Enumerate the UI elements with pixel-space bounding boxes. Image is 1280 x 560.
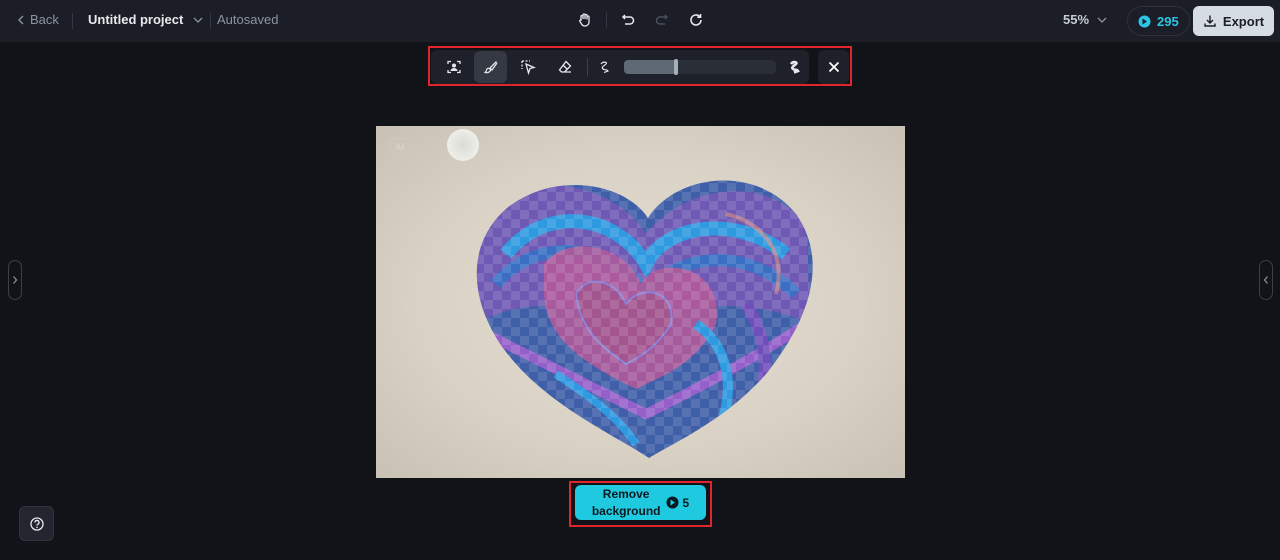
ai-badge: AI [389, 138, 410, 155]
tool-brush[interactable] [474, 51, 507, 83]
cost-value: 5 [682, 495, 690, 510]
brush-size-large-icon-button[interactable] [784, 56, 806, 78]
refresh-button[interactable] [685, 9, 707, 31]
chevron-down-icon [1097, 17, 1107, 23]
dashed-cursor-icon [520, 60, 536, 75]
chevron-left-icon [18, 15, 24, 24]
redo-icon [655, 14, 669, 25]
small-stroke-icon [600, 61, 609, 74]
back-button[interactable]: Back [16, 12, 59, 27]
large-stroke-icon [789, 60, 800, 74]
back-label: Back [30, 12, 59, 27]
export-button[interactable]: Export [1193, 6, 1274, 36]
chevron-right-icon [13, 276, 18, 284]
download-icon [1204, 15, 1216, 27]
export-label: Export [1222, 13, 1265, 29]
left-panel-toggle[interactable] [8, 260, 22, 300]
brush-icon [483, 61, 498, 74]
brush-cursor [447, 129, 479, 161]
credit-coin-icon [666, 496, 679, 509]
image-canvas[interactable]: AI [376, 126, 905, 478]
remove-background-button[interactable]: Remove background 5 [575, 485, 706, 520]
refresh-icon [690, 14, 702, 26]
tool-smart-select[interactable] [511, 51, 544, 83]
divider [210, 13, 211, 29]
tool-eraser[interactable] [548, 51, 581, 83]
hand-tool-button[interactable] [574, 9, 596, 31]
divider [606, 12, 607, 28]
project-title: Untitled project [88, 12, 184, 27]
divider [587, 58, 588, 76]
hand-icon [579, 13, 590, 27]
undo-button[interactable] [617, 9, 639, 31]
remove-label-line2: background [591, 503, 661, 518]
remove-background-label: Remove background [592, 486, 661, 520]
divider [72, 13, 73, 29]
credit-coin-icon [1138, 15, 1151, 27]
credit-cost: 5 [666, 496, 689, 510]
brush-size-slider[interactable] [624, 59, 776, 75]
credits-count: 295 [1157, 13, 1179, 29]
top-bar: Back Untitled project Autosaved 55% 295 … [0, 0, 1280, 42]
eraser-icon [558, 60, 571, 73]
close-icon [828, 61, 839, 73]
brush-size-small-icon-button[interactable] [594, 56, 616, 78]
brush-size-fill [624, 60, 676, 74]
brush-size-thumb[interactable] [674, 59, 678, 75]
project-title-dropdown[interactable]: Untitled project [88, 12, 203, 27]
help-button[interactable] [19, 506, 54, 541]
chevron-left-icon [1263, 276, 1268, 284]
zoom-level: 55% [1063, 12, 1090, 27]
right-panel-toggle[interactable] [1259, 260, 1273, 300]
credits-badge[interactable]: 295 [1127, 6, 1190, 36]
redo-button[interactable] [651, 9, 673, 31]
heart-image [476, 180, 813, 458]
brush-toolbar [431, 50, 809, 84]
undo-icon [621, 14, 635, 25]
question-circle-icon [29, 516, 44, 531]
autosave-status: Autosaved [217, 12, 279, 27]
history-tools [574, 9, 707, 31]
remove-label-line1: Remove [602, 486, 650, 501]
person-frame-icon [446, 60, 461, 74]
close-toolbar-button[interactable] [818, 50, 849, 84]
chevron-down-icon [193, 17, 203, 23]
tool-auto-select-subject[interactable] [437, 51, 470, 83]
zoom-dropdown[interactable]: 55% [1063, 12, 1107, 27]
